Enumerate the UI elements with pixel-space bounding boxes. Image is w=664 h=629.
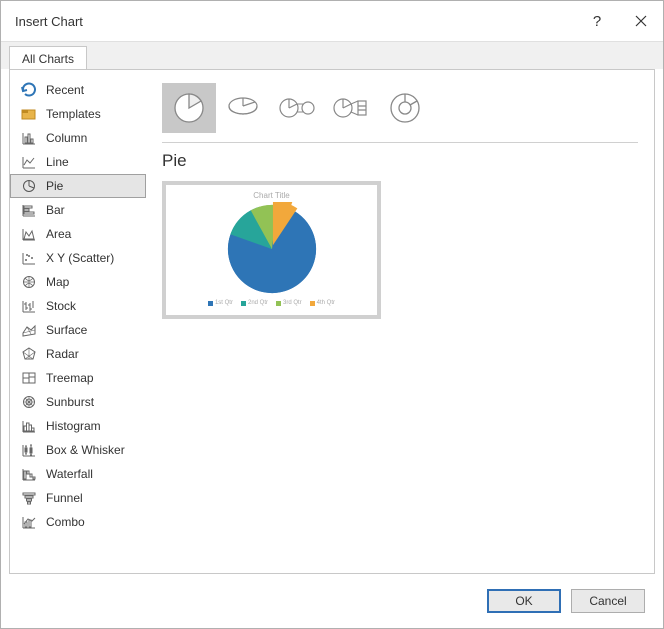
doughnut-subtype-icon bbox=[387, 90, 423, 126]
map-icon bbox=[20, 273, 38, 291]
category-combo[interactable]: Combo bbox=[10, 510, 146, 534]
category-label: Bar bbox=[46, 203, 65, 217]
category-map[interactable]: Map bbox=[10, 270, 146, 294]
subtype-row bbox=[162, 80, 638, 136]
category-label: Treemap bbox=[46, 371, 94, 385]
category-label: Combo bbox=[46, 515, 85, 529]
category-label: Box & Whisker bbox=[46, 443, 125, 457]
waterfall-icon bbox=[20, 465, 38, 483]
category-label: Recent bbox=[46, 83, 84, 97]
category-label: Histogram bbox=[46, 419, 101, 433]
category-surface[interactable]: Surface bbox=[10, 318, 146, 342]
category-label: Stock bbox=[46, 299, 76, 313]
category-label: Map bbox=[46, 275, 69, 289]
barofpie-subtype-icon bbox=[331, 93, 371, 123]
category-histogram[interactable]: Histogram bbox=[10, 414, 146, 438]
category-label: Waterfall bbox=[46, 467, 93, 481]
category-funnel[interactable]: Funnel bbox=[10, 486, 146, 510]
category-label: Area bbox=[46, 227, 71, 241]
selected-chart-name: Pie bbox=[162, 151, 638, 171]
category-label: Radar bbox=[46, 347, 79, 361]
category-column[interactable]: Column bbox=[10, 126, 146, 150]
category-label: Line bbox=[46, 155, 69, 169]
pie3d-subtype-icon bbox=[225, 93, 261, 123]
subtype-pie3d[interactable] bbox=[216, 83, 270, 133]
category-label: X Y (Scatter) bbox=[46, 251, 114, 265]
close-button[interactable] bbox=[619, 1, 663, 41]
category-boxwhisker[interactable]: Box & Whisker bbox=[10, 438, 146, 462]
funnel-icon bbox=[20, 489, 38, 507]
surface-icon bbox=[20, 321, 38, 339]
divider bbox=[162, 142, 638, 143]
radar-icon bbox=[20, 345, 38, 363]
treemap-icon bbox=[20, 369, 38, 387]
pieofpie-subtype-icon bbox=[277, 93, 317, 123]
close-icon bbox=[635, 15, 647, 27]
chart-preview[interactable]: Chart Title bbox=[162, 181, 381, 319]
stock-icon bbox=[20, 297, 38, 315]
sunburst-icon bbox=[20, 393, 38, 411]
subtype-pie[interactable] bbox=[162, 83, 216, 133]
category-label: Funnel bbox=[46, 491, 83, 505]
ok-button[interactable]: OK bbox=[487, 589, 561, 613]
preview-pie-icon bbox=[222, 202, 322, 296]
dialog-title: Insert Chart bbox=[15, 14, 575, 29]
main-area: Recent Templates Column Line Pie Bar bbox=[9, 69, 655, 574]
tabstrip: All Charts bbox=[1, 41, 663, 69]
category-bar[interactable]: Bar bbox=[10, 198, 146, 222]
recent-icon bbox=[20, 81, 38, 99]
tab-all-charts[interactable]: All Charts bbox=[9, 46, 87, 70]
category-pie[interactable]: Pie bbox=[10, 174, 146, 198]
insert-chart-dialog: Insert Chart ? All Charts Recent Templat… bbox=[0, 0, 664, 629]
preview-title: Chart Title bbox=[253, 191, 289, 200]
category-label: Templates bbox=[46, 107, 101, 121]
area-icon bbox=[20, 225, 38, 243]
category-label: Column bbox=[46, 131, 87, 145]
scatter-icon bbox=[20, 249, 38, 267]
subtype-barofpie[interactable] bbox=[324, 83, 378, 133]
subtype-pieofpie[interactable] bbox=[270, 83, 324, 133]
line-icon bbox=[20, 153, 38, 171]
templates-icon bbox=[20, 105, 38, 123]
category-stock[interactable]: Stock bbox=[10, 294, 146, 318]
category-recent[interactable]: Recent bbox=[10, 78, 146, 102]
category-label: Sunburst bbox=[46, 395, 94, 409]
category-label: Surface bbox=[46, 323, 87, 337]
pie-subtype-icon bbox=[171, 90, 207, 126]
preview-legend: 1st Qtr 2nd Qtr 3rd Qtr 4th Qtr bbox=[208, 300, 335, 306]
cancel-button[interactable]: Cancel bbox=[571, 589, 645, 613]
category-area[interactable]: Area bbox=[10, 222, 146, 246]
titlebar: Insert Chart ? bbox=[1, 1, 663, 41]
content-pane: Pie Chart Title bbox=[146, 70, 654, 573]
bar-icon bbox=[20, 201, 38, 219]
chart-category-list: Recent Templates Column Line Pie Bar bbox=[10, 70, 146, 573]
histogram-icon bbox=[20, 417, 38, 435]
boxwhisker-icon bbox=[20, 441, 38, 459]
subtype-doughnut[interactable] bbox=[378, 83, 432, 133]
category-scatter[interactable]: X Y (Scatter) bbox=[10, 246, 146, 270]
pie-icon bbox=[20, 177, 38, 195]
help-button[interactable]: ? bbox=[575, 1, 619, 41]
dialog-footer: OK Cancel bbox=[1, 574, 663, 628]
column-icon bbox=[20, 129, 38, 147]
combo-icon bbox=[20, 513, 38, 531]
category-line[interactable]: Line bbox=[10, 150, 146, 174]
category-radar[interactable]: Radar bbox=[10, 342, 146, 366]
category-templates[interactable]: Templates bbox=[10, 102, 146, 126]
category-sunburst[interactable]: Sunburst bbox=[10, 390, 146, 414]
category-waterfall[interactable]: Waterfall bbox=[10, 462, 146, 486]
category-label: Pie bbox=[46, 179, 63, 193]
category-treemap[interactable]: Treemap bbox=[10, 366, 146, 390]
